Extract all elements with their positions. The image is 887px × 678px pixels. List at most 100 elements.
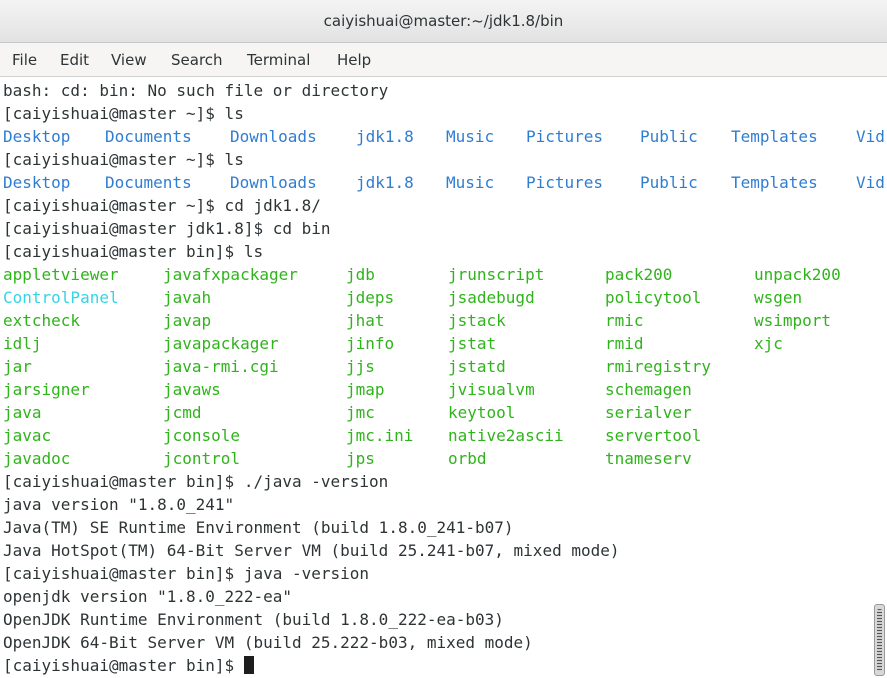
directory-entry: Desktop bbox=[3, 127, 71, 146]
executable-entry: javac bbox=[3, 426, 52, 445]
executable-entry: extcheck bbox=[3, 311, 81, 330]
directory-entry: Templates bbox=[731, 127, 818, 146]
directory-entry: Public bbox=[640, 127, 698, 146]
executable-entry: jjs bbox=[346, 357, 375, 376]
executable-entry: idlj bbox=[3, 334, 42, 353]
directory-entry: Documents bbox=[105, 173, 192, 192]
executable-entry: java bbox=[3, 403, 42, 422]
directory-entry: Templates bbox=[731, 173, 818, 192]
menu-view[interactable]: View bbox=[111, 43, 147, 77]
prompt-line: [caiyishuai@master bin]$ bbox=[3, 654, 254, 677]
executable-entry: javadoc bbox=[3, 449, 71, 468]
window-titlebar[interactable]: caiyishuai@master:~/jdk1.8/bin bbox=[0, 0, 887, 43]
executable-entry: unpack200 bbox=[754, 265, 841, 284]
line-text: [caiyishuai@master ~]$ ls bbox=[3, 104, 244, 123]
output-line: java version "1.8.0_241" bbox=[3, 493, 234, 516]
executable-entry: jvisualvm bbox=[448, 380, 535, 399]
line-text: openjdk version "1.8.0_222-ea" bbox=[3, 587, 292, 606]
executable-entry: javafxpackager bbox=[163, 265, 298, 284]
executable-entry: jconsole bbox=[163, 426, 241, 445]
output-line: [caiyishuai@master jdk1.8]$ cd bin bbox=[3, 217, 331, 240]
executable-entry: jrunscript bbox=[448, 265, 545, 284]
line-text: [caiyishuai@master bin]$ ./java -version bbox=[3, 472, 389, 491]
line-text: [caiyishuai@master bin]$ bbox=[3, 656, 244, 675]
executable-entry: jarsigner bbox=[3, 380, 90, 399]
line-text: java version "1.8.0_241" bbox=[3, 495, 235, 514]
menu-edit[interactable]: Edit bbox=[60, 43, 89, 77]
executable-entry: jstat bbox=[448, 334, 497, 353]
directory-entry: Pictures bbox=[526, 173, 604, 192]
executable-entry: pack200 bbox=[605, 265, 673, 284]
scrollbar-thumb[interactable] bbox=[877, 609, 882, 671]
executable-entry: jps bbox=[346, 449, 375, 468]
executable-entry: jstack bbox=[448, 311, 506, 330]
executable-entry: jdeps bbox=[346, 288, 395, 307]
executable-entry: javapackager bbox=[163, 334, 279, 353]
output-line: OpenJDK Runtime Environment (build 1.8.0… bbox=[3, 608, 504, 631]
directory-entry: Vid bbox=[856, 127, 885, 146]
executable-entry: jmc bbox=[346, 403, 375, 422]
output-line: [caiyishuai@master bin]$ java -version bbox=[3, 562, 369, 585]
menu-file[interactable]: File bbox=[12, 43, 37, 77]
executable-entry: keytool bbox=[448, 403, 516, 422]
line-text: OpenJDK Runtime Environment (build 1.8.0… bbox=[3, 610, 504, 629]
output-line: bash: cd: bin: No such file or directory bbox=[3, 79, 388, 102]
directory-entry: Pictures bbox=[526, 127, 604, 146]
line-text: Java HotSpot(TM) 64-Bit Server VM (build… bbox=[3, 541, 620, 560]
line-text: OpenJDK 64-Bit Server VM (build 25.222-b… bbox=[3, 633, 533, 652]
menu-terminal[interactable]: Terminal bbox=[247, 43, 310, 77]
executable-entry: rmiregistry bbox=[605, 357, 711, 376]
output-line: OpenJDK 64-Bit Server VM (build 25.222-b… bbox=[3, 631, 533, 654]
executable-entry: jdb bbox=[346, 265, 375, 284]
executable-entry: jinfo bbox=[346, 334, 395, 353]
executable-entry: policytool bbox=[605, 288, 702, 307]
executable-entry: tnameserv bbox=[605, 449, 692, 468]
output-line: [caiyishuai@master ~]$ ls bbox=[3, 102, 244, 125]
line-text: Java(TM) SE Runtime Environment (build 1… bbox=[3, 518, 514, 537]
directory-entry: Vid bbox=[856, 173, 885, 192]
output-line: openjdk version "1.8.0_222-ea" bbox=[3, 585, 292, 608]
menu-bar: File Edit View Search Terminal Help bbox=[0, 43, 887, 77]
directory-entry: Desktop bbox=[3, 173, 71, 192]
executable-entry: jmap bbox=[346, 380, 385, 399]
executable-entry: servertool bbox=[605, 426, 702, 445]
executable-entry: appletviewer bbox=[3, 265, 119, 284]
executable-entry: serialver bbox=[605, 403, 692, 422]
window-title: caiyishuai@master:~/jdk1.8/bin bbox=[323, 12, 564, 30]
directory-entry: Music bbox=[446, 127, 495, 146]
executable-entry: jar bbox=[3, 357, 32, 376]
text-cursor bbox=[243, 656, 254, 674]
executable-entry: orbd bbox=[448, 449, 487, 468]
menu-help[interactable]: Help bbox=[337, 43, 371, 77]
line-text: [caiyishuai@master bin]$ java -version bbox=[3, 564, 370, 583]
terminal-output[interactable]: bash: cd: bin: No such file or directory… bbox=[0, 77, 887, 678]
executable-entry: javaws bbox=[163, 380, 221, 399]
terminal-scrollbar[interactable] bbox=[874, 604, 885, 676]
line-text: [caiyishuai@master ~]$ cd jdk1.8/ bbox=[3, 196, 321, 215]
executable-entry: java-rmi.cgi bbox=[163, 357, 279, 376]
executable-entry: rmid bbox=[605, 334, 644, 353]
executable-entry: jcmd bbox=[163, 403, 202, 422]
line-text: bash: cd: bin: No such file or directory bbox=[3, 81, 389, 100]
executable-entry: jstatd bbox=[448, 357, 506, 376]
executable-entry: xjc bbox=[754, 334, 783, 353]
executable-entry: schemagen bbox=[605, 380, 692, 399]
directory-entry: jdk1.8 bbox=[356, 127, 414, 146]
executable-entry: javap bbox=[163, 311, 212, 330]
line-text: [caiyishuai@master jdk1.8]$ cd bin bbox=[3, 219, 331, 238]
menu-search[interactable]: Search bbox=[171, 43, 223, 77]
executable-entry: jhat bbox=[346, 311, 385, 330]
directory-entry: Music bbox=[446, 173, 495, 192]
output-line: [caiyishuai@master ~]$ cd jdk1.8/ bbox=[3, 194, 321, 217]
executable-entry: jsadebugd bbox=[448, 288, 535, 307]
executable-entry: wsgen bbox=[754, 288, 803, 307]
output-line: [caiyishuai@master ~]$ ls bbox=[3, 148, 244, 171]
executable-entry: ControlPanel bbox=[3, 288, 119, 307]
executable-entry: wsimport bbox=[754, 311, 832, 330]
output-line: Java(TM) SE Runtime Environment (build 1… bbox=[3, 516, 514, 539]
executable-entry: rmic bbox=[605, 311, 644, 330]
executable-entry: native2ascii bbox=[448, 426, 564, 445]
directory-entry: Downloads bbox=[230, 127, 317, 146]
output-line: [caiyishuai@master bin]$ ./java -version bbox=[3, 470, 388, 493]
directory-entry: Public bbox=[640, 173, 698, 192]
